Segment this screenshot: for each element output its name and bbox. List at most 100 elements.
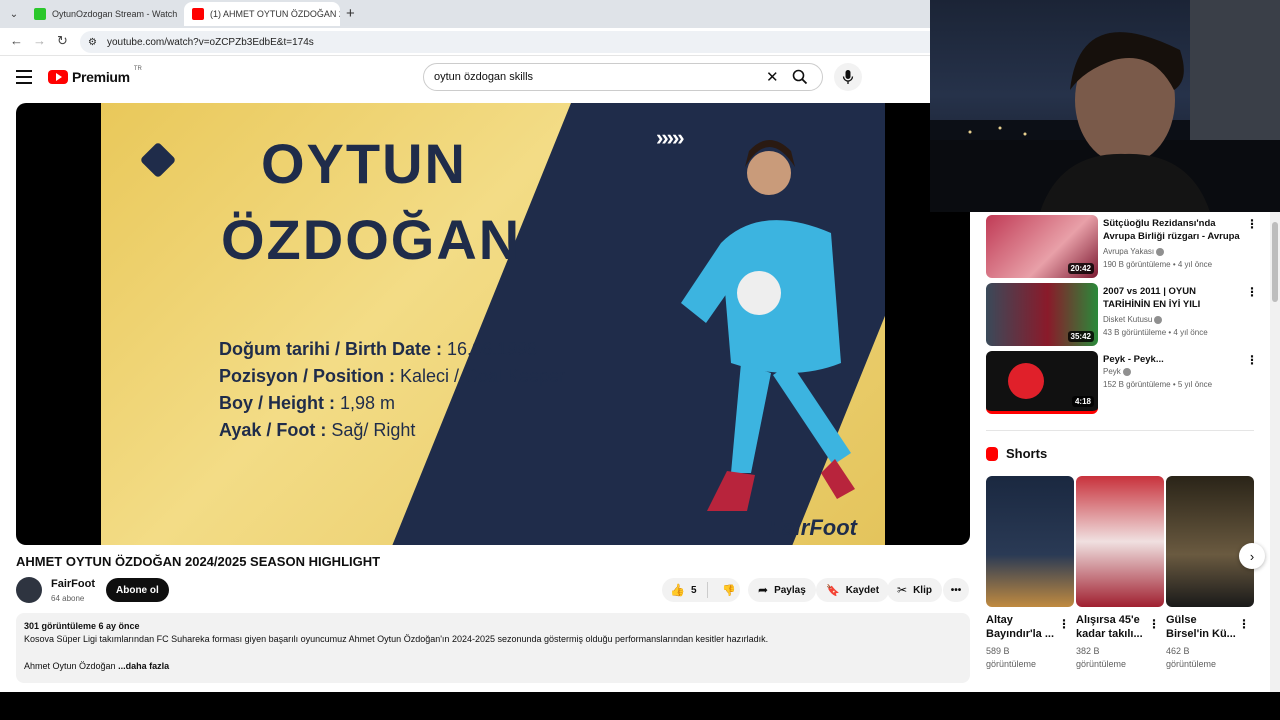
video-title: Peyk - Peyk... xyxy=(1103,354,1164,365)
thumb-info-height: Boy / Height : 1,98 m xyxy=(219,393,396,413)
video-thumbnail: 35:42 xyxy=(986,283,1098,346)
more-vertical-icon[interactable]: ⋮ xyxy=(1148,617,1160,631)
tab-search-dropdown-icon[interactable]: ⌄ xyxy=(4,4,24,24)
kick-favicon-icon xyxy=(34,8,46,20)
clip-label: Klip xyxy=(913,584,932,596)
reload-icon[interactable]: ↻ xyxy=(57,33,68,49)
forward-arrow-icon[interactable]: → xyxy=(33,33,46,48)
channel-name[interactable]: FairFoot xyxy=(51,578,95,590)
logo-text: Premium xyxy=(72,69,130,85)
section-divider xyxy=(986,430,1254,431)
description-teaser: Ahmet Oytun Özdoğan xyxy=(24,661,116,671)
site-settings-icon[interactable]: ⚙ xyxy=(88,37,97,48)
video-title: AHMET OYTUN ÖZDOĞAN 2024/2025 SEASON HIG… xyxy=(16,554,381,569)
scissors-icon: ✂ xyxy=(897,583,908,597)
thumb-name-line2: ÖZDOĞAN xyxy=(221,208,522,271)
more-vertical-icon[interactable]: ⋮ xyxy=(1246,285,1258,299)
search-icon xyxy=(792,69,808,85)
channel-name: Disket Kutusu xyxy=(1103,315,1163,324)
short-title[interactable]: Gülse Birsel'in Kü... xyxy=(1166,613,1236,641)
recommended-video[interactable]: 35:42 2007 vs 2011 | OYUN TARİHİNİN EN İ… xyxy=(986,283,1258,347)
verified-icon xyxy=(1122,367,1131,376)
youtube-premium-logo[interactable]: Premium TR xyxy=(48,66,142,85)
browser-tab-youtube[interactable]: (1) AHMET OYTUN ÖZDOĞAN 2 ✕ xyxy=(184,2,340,26)
thumb-name-line1: OYTUN xyxy=(261,132,467,195)
shorts-next-button[interactable]: › xyxy=(1239,543,1265,569)
hamburger-menu-icon[interactable] xyxy=(16,70,32,84)
save-label: Kaydet xyxy=(845,584,880,596)
verified-icon xyxy=(1156,247,1165,256)
thumb-info-birthdate: Doğum tarihi / Birth Date : 16.06.1998 xyxy=(219,339,538,359)
more-vertical-icon[interactable]: ⋮ xyxy=(1058,617,1070,631)
microphone-icon xyxy=(842,70,854,84)
youtube-favicon-icon xyxy=(192,8,204,20)
video-stats: 43 B görüntüleme • 4 yıl önce xyxy=(1103,328,1208,337)
thumb-info-position: Pozisyon / Position : Kaleci / Goal Keep… xyxy=(219,366,566,386)
browser-tab-stream[interactable]: OytunOzdogan Stream - Watch ✕ xyxy=(26,2,182,26)
search-button[interactable] xyxy=(778,64,822,90)
recommendations-column: 20:42 Sütçüoğlu Rezidansı'nda Avrupa Bir… xyxy=(980,212,1280,692)
subscriber-count: 64 abone xyxy=(51,594,85,603)
channel-name: Peyk xyxy=(1103,367,1131,376)
video-title: 2007 vs 2011 | OYUN TARİHİNİN EN İYİ YIL… xyxy=(1103,286,1201,310)
search-input[interactable] xyxy=(424,71,744,83)
video-player[interactable]: ››››› OYTUN ÖZDOĞAN Doğum tarihi / Birth… xyxy=(16,103,970,545)
share-icon: ➦ xyxy=(758,583,769,597)
url-text: youtube.com/watch?v=oZCPZb3EdbE&t=174s xyxy=(106,36,314,48)
more-horizontal-icon: ••• xyxy=(950,584,962,596)
youtube-header: Premium TR ✕ xyxy=(0,56,930,102)
show-more-link[interactable]: ...daha fazla xyxy=(118,661,169,671)
short-thumbnail[interactable] xyxy=(1076,476,1164,607)
peyk-logo-icon xyxy=(1008,363,1044,399)
more-vertical-icon[interactable]: ⋮ xyxy=(1238,617,1250,631)
url-field[interactable]: ⚙ youtube.com/watch?v=oZCPZb3EdbE&t=174s xyxy=(80,31,930,53)
like-button[interactable]: 👍 5 xyxy=(662,582,708,598)
video-thumbnail: 20:42 xyxy=(986,215,1098,278)
share-button[interactable]: ➦ Paylaş xyxy=(748,578,816,602)
short-title[interactable]: Altay Bayındır'la ... xyxy=(986,613,1056,641)
view-count-and-date: 301 görüntüleme 6 ay önce xyxy=(24,621,140,631)
chevron-right-icon: › xyxy=(1249,548,1255,564)
fairfoot-watermark: FairFoot xyxy=(769,515,857,540)
verified-icon xyxy=(1154,315,1163,324)
description-teaser-row: Ahmet Oytun Özdoğan ...daha fazla xyxy=(24,661,962,671)
short-title[interactable]: Alışırsa 45'e kadar takılı... xyxy=(1076,613,1146,641)
clip-button[interactable]: ✂ Klip xyxy=(887,578,942,602)
share-label: Paylaş xyxy=(774,584,806,596)
short-thumbnail[interactable] xyxy=(1166,476,1254,607)
recommended-video[interactable]: 4:18 Peyk - Peyk... Peyk 152 B görüntüle… xyxy=(986,351,1258,415)
clear-search-icon[interactable]: ✕ xyxy=(766,68,779,86)
like-dislike-group: 👍 5 👎 xyxy=(662,578,740,602)
address-bar: ← → ↻ ⚙ youtube.com/watch?v=oZCPZb3EdbE&… xyxy=(0,28,930,56)
shorts-title: Shorts xyxy=(1006,446,1048,461)
back-arrow-icon[interactable]: ← xyxy=(10,33,23,48)
recommended-video[interactable]: 20:42 Sütçüoğlu Rezidansı'nda Avrupa Bir… xyxy=(986,215,1258,279)
new-tab-icon[interactable]: + xyxy=(346,5,355,22)
short-views: 462 B görüntüleme xyxy=(1166,646,1217,669)
lightning-logo-icon xyxy=(139,141,177,179)
short-views: 589 B görüntüleme xyxy=(986,646,1037,669)
video-thumbnail: 4:18 xyxy=(986,351,1098,414)
channel-avatar[interactable] xyxy=(16,577,42,603)
browser-tab-bar: ⌄ OytunOzdogan Stream - Watch ✕ (1) AHME… xyxy=(0,0,930,28)
bookmark-icon: 🔖 xyxy=(826,584,840,597)
subscribe-button[interactable]: Abone ol xyxy=(106,578,169,602)
more-actions-button[interactable]: ••• xyxy=(943,578,969,602)
voice-search-button[interactable] xyxy=(834,63,862,91)
webcam-feed xyxy=(930,0,1280,212)
dislike-button[interactable]: 👎 xyxy=(714,584,736,597)
description-box[interactable]: 301 görüntüleme 6 ay önce Kosova Süper L… xyxy=(16,613,970,683)
thumbs-up-icon: 👍 xyxy=(670,583,685,597)
video-frame: ››››› OYTUN ÖZDOĞAN Doğum tarihi / Birth… xyxy=(101,103,885,545)
scrollbar-thumb[interactable] xyxy=(1272,222,1278,302)
video-title: Sütçüoğlu Rezidansı'nda Avrupa Birliği r… xyxy=(1103,218,1240,242)
short-thumbnail[interactable] xyxy=(986,476,1074,607)
more-vertical-icon[interactable]: ⋮ xyxy=(1246,217,1258,231)
thumbs-down-icon: 👎 xyxy=(722,584,736,597)
more-vertical-icon[interactable]: ⋮ xyxy=(1246,353,1258,367)
like-count: 5 xyxy=(690,584,697,596)
youtube-play-logo-icon xyxy=(48,70,68,84)
save-button[interactable]: 🔖 Kaydet xyxy=(816,578,890,602)
page-scrollbar[interactable] xyxy=(1270,212,1280,692)
short-views: 382 B görüntüleme xyxy=(1076,646,1127,669)
